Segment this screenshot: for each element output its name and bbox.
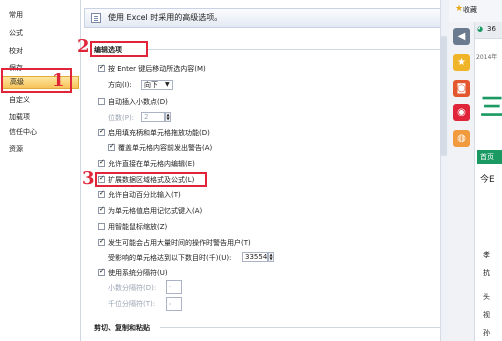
favorites-label[interactable]: 收藏 [463,5,477,15]
news-snippet[interactable]: 抗 [483,268,490,278]
thousands-separator-label: 千位分隔符(T): [108,300,156,308]
option-label: 自动插入小数点(D) [108,98,168,106]
news-snippet[interactable]: 孝 [483,250,490,260]
green-brand-logo: 三 [480,93,502,121]
back-arrow-icon[interactable]: ◀ [453,28,470,45]
scrollbar-thumb[interactable] [441,36,447,156]
section-title-cut-copy-paste: 剪切、复制和粘贴 [94,324,150,332]
browser-tab[interactable]: ◕ 36 [475,22,502,39]
checkbox[interactable] [98,189,105,198]
checkbox[interactable] [98,63,105,72]
bag-icon[interactable]: ◙ [453,80,470,97]
nav-item-proofing[interactable]: 校对 [9,46,23,57]
nav-item-customize[interactable]: 自定义 [9,95,30,106]
direction-value: 向下 [144,81,158,89]
options-category-nav: 常用 公式 校对 保存 高级 自定义 加载项 信任中心 资源 [0,0,81,341]
thousands-separator-input[interactable]: , [166,297,182,311]
chevron-down-icon: ▼ [165,81,170,88]
annotation-number-1: 1 [52,70,65,91]
nav-item-addins[interactable]: 加载项 [9,112,30,123]
option-label: 允许自动百分比输入(T) [108,191,181,199]
nav-item-general[interactable]: 常用 [9,10,23,21]
checkbox[interactable] [108,142,115,151]
nav-item-resources[interactable]: 资源 [9,144,23,155]
checkbox[interactable] [98,237,105,246]
decimal-separator-input[interactable]: . [166,280,182,294]
option-label: 使用系统分隔符(U) [108,269,168,277]
weibo-icon[interactable]: ◉ [453,104,470,121]
options-page-icon [91,13,101,23]
places-input[interactable]: 2 [141,112,165,122]
places-spinner[interactable]: ▲ ▼ [165,112,171,122]
option-label: 用智能鼠标缩放(Z) [108,223,168,231]
direction-dropdown[interactable]: 向下 ▼ [141,80,173,90]
direction-label: 方向(I): [108,81,132,89]
cells-threshold-spinner[interactable]: ▲ ▼ [268,252,274,262]
option-label: 允许直接在单元格内编辑(E) [108,160,195,168]
option-label: 为单元格值启用记忆式键入(A) [108,207,203,215]
news-date: 2014年 [476,54,498,61]
checkbox[interactable] [98,98,105,105]
places-label: 位数(P): [108,114,135,122]
nav-item-formulas[interactable]: 公式 [9,28,23,39]
checkbox[interactable] [98,205,105,214]
option-label: 发生可能会占用大量时间的操作时警告用户(T) [108,239,251,247]
checkbox[interactable] [98,127,105,136]
panel-header-text: 使用 Excel 时采用的高级选项。 [108,13,223,22]
checkbox[interactable] [98,158,105,167]
cells-threshold-label: 受影响的单元格达到以下数目时(千)(U): [108,254,232,262]
cells-threshold-input[interactable]: 33554 [242,252,268,262]
annotation-number-3: 3 [82,168,95,189]
app-icon[interactable]: ◍ [453,130,470,147]
star-icon[interactable]: ★ [453,54,470,71]
section-divider [146,49,442,50]
star-icon[interactable]: ★ [455,4,463,14]
annotation-box-edit-options [90,41,148,57]
checkbox[interactable] [98,267,105,276]
annotation-number-2: 2 [77,36,90,57]
news-snippet[interactable]: 孙 [483,328,490,338]
section-divider [160,327,442,328]
annotation-box-extend-formats [95,172,207,187]
360-logo-icon: ◕ [477,25,484,33]
option-label: 覆盖单元格内容前发出警告(A) [118,144,213,152]
news-snippet[interactable]: 视 [483,310,490,320]
news-snippet[interactable]: 头 [483,292,490,302]
news-snippet[interactable]: 今E [480,172,495,185]
home-tab[interactable]: 首页 [477,150,502,164]
tab-label: 36 [487,25,496,33]
nav-item-trust-center[interactable]: 信任中心 [9,127,37,138]
panel-header: 使用 Excel 时采用的高级选项。 [84,8,448,28]
decimal-separator-label: 小数分隔符(D): [108,284,157,292]
option-label: 启用填充柄和单元格拖放功能(D) [108,129,210,137]
checkbox[interactable] [98,223,105,230]
option-label: 按 Enter 键后移动所选内容(M) [108,65,206,73]
